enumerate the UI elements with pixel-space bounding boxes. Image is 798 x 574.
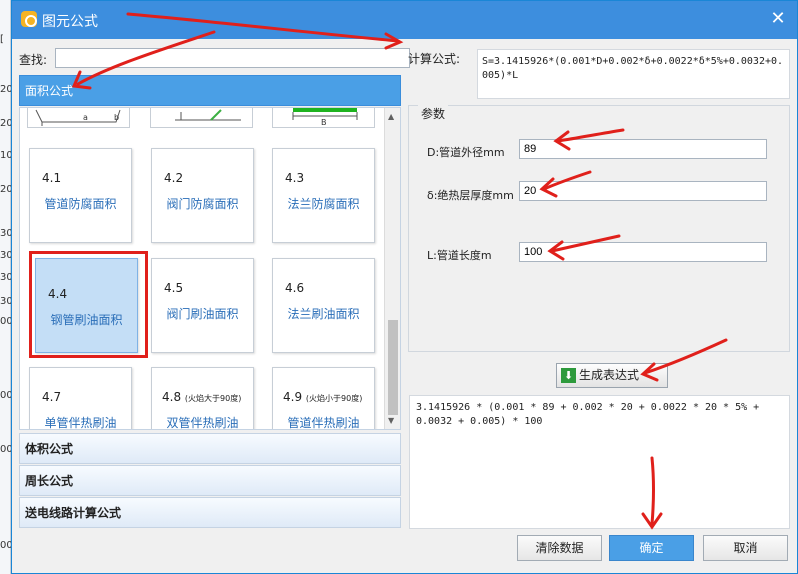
scroll-thumb[interactable] bbox=[388, 320, 398, 415]
card-number: 4.3 bbox=[285, 171, 305, 185]
partial-card[interactable] bbox=[150, 108, 253, 128]
card-number-value: 4.9 bbox=[283, 390, 303, 404]
card-number: 4.8 (火焰大于90度) bbox=[162, 390, 241, 404]
edge-fragment: [ bbox=[0, 34, 4, 45]
partial-diagram-label: b bbox=[114, 113, 119, 122]
partial-diagram-label: a bbox=[83, 113, 88, 122]
selection-highlight-box bbox=[29, 251, 148, 358]
param-input-d[interactable] bbox=[519, 139, 767, 159]
cancel-button[interactable]: 取消 bbox=[703, 535, 788, 561]
category-area[interactable]: 面积公式 bbox=[19, 75, 401, 106]
card-name: 单管伴热刷油 bbox=[44, 416, 117, 430]
formula-card-4-7[interactable]: 4.7 单管伴热刷油 bbox=[29, 367, 132, 430]
grid-scrollbar[interactable]: ▲ ▼ bbox=[384, 108, 400, 429]
partial-card[interactable]: B bbox=[272, 108, 375, 128]
category-perimeter[interactable]: 周长公式 bbox=[19, 465, 401, 496]
card-name: 阀门刷油面积 bbox=[166, 307, 239, 321]
card-name: 法兰防腐面积 bbox=[287, 197, 360, 211]
param-input-l[interactable] bbox=[519, 242, 767, 262]
app-logo-icon bbox=[21, 11, 37, 27]
formula-card-4-1[interactable]: 4.1 管道防腐面积 bbox=[29, 148, 132, 243]
generate-button-label: 生成表达式 bbox=[579, 368, 640, 382]
title-bar[interactable]: 图元公式 ✕ bbox=[12, 1, 797, 39]
formula-card-4-5[interactable]: 4.5 阀门刷油面积 bbox=[151, 258, 254, 353]
formula-card-4-6[interactable]: 4.6 法兰刷油面积 bbox=[272, 258, 375, 353]
card-name: 法兰刷油面积 bbox=[287, 307, 360, 321]
expression-result[interactable]: 3.1415926 * (0.001 * 89 + 0.002 * 20 + 0… bbox=[409, 395, 790, 529]
card-number: 4.7 bbox=[42, 390, 62, 404]
formula-card-4-2[interactable]: 4.2 阀门防腐面积 bbox=[151, 148, 254, 243]
shape-diagram-icon: a b bbox=[35, 109, 121, 126]
formula-display: S=3.1415926*(0.001*D+0.002*δ+0.0022*δ*5%… bbox=[477, 49, 790, 99]
partial-diagram-label: B bbox=[321, 118, 327, 127]
param-label-d: D:管道外径mm bbox=[427, 146, 505, 159]
card-number: 4.5 bbox=[164, 281, 184, 295]
generate-expression-button[interactable]: ⬇ 生成表达式 bbox=[556, 363, 668, 388]
params-title: 参数 bbox=[418, 105, 449, 122]
scroll-up-icon[interactable]: ▲ bbox=[388, 112, 394, 121]
card-name: 阀门防腐面积 bbox=[166, 197, 239, 211]
param-input-delta[interactable] bbox=[519, 181, 767, 201]
category-volume[interactable]: 体积公式 bbox=[19, 433, 401, 464]
search-label: 查找: bbox=[19, 53, 48, 67]
formula-card-4-8[interactable]: 4.8 (火焰大于90度) 双管伴热刷油 bbox=[151, 367, 254, 430]
download-arrow-icon: ⬇ bbox=[561, 368, 576, 383]
ok-button[interactable]: 确定 bbox=[609, 535, 694, 561]
formula-card-4-9[interactable]: 4.9 (火焰小于90度) 管道伴热刷油 bbox=[272, 367, 375, 430]
param-label-l: L:管道长度m bbox=[427, 249, 492, 262]
card-number: 4.9 (火焰小于90度) bbox=[283, 390, 362, 404]
formula-label: 计算公式: bbox=[408, 52, 461, 66]
card-name: 双管伴热刷油 bbox=[166, 416, 239, 430]
search-input[interactable] bbox=[55, 48, 410, 68]
partial-card[interactable]: a b bbox=[27, 108, 130, 128]
window-title: 图元公式 bbox=[42, 14, 98, 30]
formula-dialog: 图元公式 ✕ 查找: 面积公式 a b B 4.1 管道防腐面积 4.2 阀门防… bbox=[11, 0, 798, 574]
card-number: 4.6 bbox=[285, 281, 305, 295]
shape-diagram-icon: B bbox=[292, 108, 358, 127]
card-number: 4.1 bbox=[42, 171, 62, 185]
card-number-note: (火焰大于90度) bbox=[184, 394, 242, 403]
param-label-delta: δ:绝热层厚度mm bbox=[427, 189, 514, 202]
shape-diagram-icon bbox=[175, 109, 241, 121]
card-number-value: 4.8 bbox=[162, 390, 182, 404]
card-name: 管道防腐面积 bbox=[44, 197, 117, 211]
card-number: 4.2 bbox=[164, 171, 184, 185]
formula-card-4-3[interactable]: 4.3 法兰防腐面积 bbox=[272, 148, 375, 243]
scroll-down-icon[interactable]: ▼ bbox=[388, 416, 394, 425]
close-icon[interactable]: ✕ bbox=[767, 7, 789, 31]
card-number-note: (火焰小于90度) bbox=[305, 394, 363, 403]
clear-data-button[interactable]: 清除数据 bbox=[517, 535, 602, 561]
formula-card-grid: a b B 4.1 管道防腐面积 4.2 阀门防腐面积 4.3 法兰防腐面积 4… bbox=[19, 107, 401, 430]
card-name: 管道伴热刷油 bbox=[287, 416, 360, 430]
params-group: 参数 D:管道外径mm δ:绝热层厚度mm L:管道长度m bbox=[408, 105, 790, 352]
category-transmission[interactable]: 送电线路计算公式 bbox=[19, 497, 401, 528]
background-app-edge: [ 20 20 10 20 30 30 30 30 00 00 00 00 bbox=[0, 0, 13, 574]
